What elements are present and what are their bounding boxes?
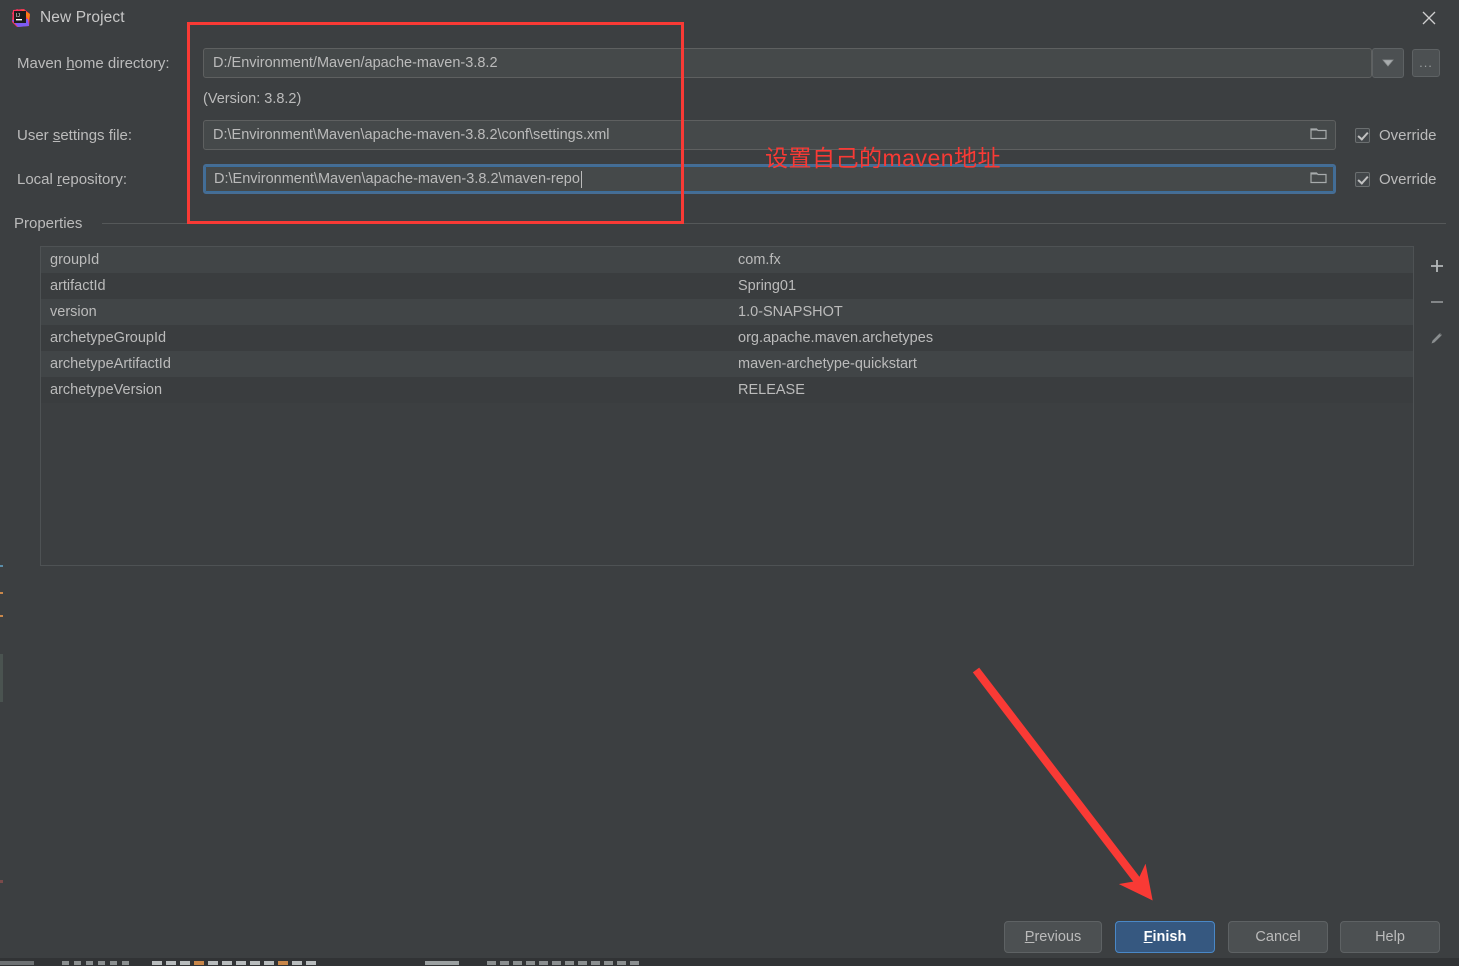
- title-bar: IJ New Project: [0, 0, 1459, 37]
- local-repository-label: Local repository:: [17, 171, 128, 188]
- bg-bleed-pixel: [0, 592, 3, 594]
- maven-home-directory-label: Maven home directory:: [17, 55, 170, 72]
- local-repository-browse-button[interactable]: [1303, 165, 1333, 193]
- table-row[interactable]: archetypeGroupId org.apache.maven.archety…: [41, 325, 1413, 351]
- close-icon[interactable]: [1407, 3, 1451, 33]
- property-value: Spring01: [738, 278, 797, 294]
- folder-icon: [1309, 126, 1327, 145]
- maven-home-dropdown-button[interactable]: [1372, 48, 1404, 78]
- plus-icon[interactable]: [1423, 252, 1451, 280]
- table-row[interactable]: archetypeVersion RELEASE: [41, 377, 1413, 403]
- property-key: groupId: [50, 252, 100, 268]
- properties-section-label: Properties: [14, 215, 91, 232]
- new-project-dialog: IJ New Project Maven home directory: D:/…: [0, 0, 1459, 966]
- pencil-icon[interactable]: [1423, 324, 1451, 352]
- folder-icon: [1309, 170, 1327, 189]
- cancel-button[interactable]: Cancel: [1228, 921, 1328, 953]
- page-title: New Project: [40, 9, 125, 26]
- intellij-idea-icon: IJ: [11, 8, 31, 28]
- bg-bleed-pixel: [0, 880, 3, 883]
- local-repository-override-checkbox[interactable]: Override: [1355, 171, 1437, 188]
- property-value: RELEASE: [738, 382, 805, 398]
- table-row[interactable]: version 1.0-SNAPSHOT: [41, 299, 1413, 325]
- chevron-down-icon: [1382, 54, 1394, 72]
- bg-bleed-pixel: [0, 565, 3, 567]
- finish-button[interactable]: Finish: [1115, 921, 1215, 953]
- user-settings-value: D:\Environment\Maven\apache-maven-3.8.2\…: [213, 127, 610, 143]
- section-divider: [102, 223, 1446, 224]
- property-value: com.fx: [738, 252, 781, 268]
- property-key: archetypeArtifactId: [50, 356, 171, 372]
- user-settings-browse-button[interactable]: [1303, 121, 1333, 149]
- property-key: archetypeVersion: [50, 382, 163, 398]
- svg-text:IJ: IJ: [16, 13, 20, 19]
- local-repository-input[interactable]: D:\Environment\Maven\apache-maven-3.8.2\…: [203, 164, 1336, 194]
- user-settings-override-checkbox[interactable]: Override: [1355, 127, 1437, 144]
- table-row[interactable]: groupId com.fx: [41, 247, 1413, 273]
- property-key: archetypeGroupId: [50, 330, 167, 346]
- checkbox-box: [1355, 172, 1370, 187]
- property-value: 1.0-SNAPSHOT: [738, 304, 843, 320]
- user-settings-file-input[interactable]: D:\Environment\Maven\apache-maven-3.8.2\…: [203, 120, 1336, 150]
- background-window-strip: [0, 958, 1459, 966]
- maven-home-directory-input[interactable]: D:/Environment/Maven/apache-maven-3.8.2: [203, 48, 1372, 78]
- help-button[interactable]: Help: [1340, 921, 1440, 953]
- table-row[interactable]: archetypeArtifactId maven-archetype-quick…: [41, 351, 1413, 377]
- table-row[interactable]: artifactId Spring01: [41, 273, 1413, 299]
- maven-version-note: (Version: 3.8.2): [203, 91, 302, 107]
- checkbox-box: [1355, 128, 1370, 143]
- property-value: org.apache.maven.archetypes: [738, 330, 934, 346]
- local-repository-value: D:\Environment\Maven\apache-maven-3.8.2\…: [214, 171, 580, 187]
- maven-home-value: D:/Environment/Maven/apache-maven-3.8.2: [213, 55, 498, 71]
- previous-button[interactable]: Previous: [1004, 921, 1102, 953]
- property-key: artifactId: [50, 278, 106, 294]
- minus-icon[interactable]: [1423, 288, 1451, 316]
- bg-bleed-pixel: [0, 654, 3, 702]
- property-key: version: [50, 304, 97, 320]
- ellipsis-icon: ...: [1419, 55, 1433, 70]
- override-label: Override: [1379, 127, 1437, 144]
- override-label: Override: [1379, 171, 1437, 188]
- user-settings-file-label: User settings file:: [17, 127, 133, 144]
- bg-bleed-pixel: [0, 615, 3, 617]
- property-value: maven-archetype-quickstart: [738, 356, 917, 372]
- maven-home-browse-button[interactable]: ...: [1412, 49, 1440, 77]
- properties-table[interactable]: groupId com.fx artifactId Spring01 version 1.…: [40, 246, 1414, 566]
- text-caret: [580, 170, 582, 188]
- properties-table-toolbar: [1414, 246, 1459, 566]
